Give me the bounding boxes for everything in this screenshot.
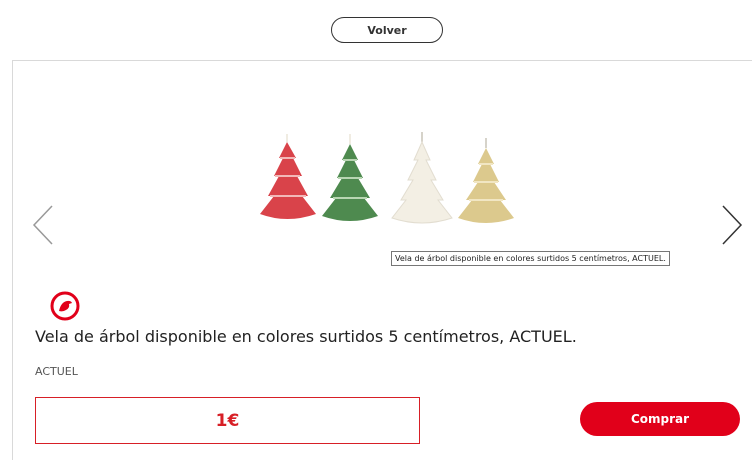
image-tooltip: Vela de árbol disponible en colores surt… xyxy=(391,251,670,266)
brand-logo-icon xyxy=(49,290,81,322)
carousel-prev-button[interactable] xyxy=(30,200,70,250)
red-candle xyxy=(260,134,316,219)
product-title: Vela de árbol disponible en colores surt… xyxy=(35,327,577,346)
white-candle xyxy=(391,132,453,224)
chevron-left-icon xyxy=(32,205,53,245)
green-candle xyxy=(322,134,378,221)
carousel-next-button[interactable] xyxy=(715,200,752,250)
buy-button[interactable]: Comprar xyxy=(580,402,740,436)
chevron-right-icon xyxy=(722,205,743,245)
gold-candle xyxy=(458,138,514,223)
price-box: 1€ xyxy=(35,397,420,444)
product-brand: ACTUEL xyxy=(35,365,78,378)
product-price: 1€ xyxy=(215,410,240,431)
back-button[interactable]: Volver xyxy=(331,17,443,43)
candle-trees-image xyxy=(260,132,514,224)
product-image[interactable] xyxy=(250,130,530,230)
